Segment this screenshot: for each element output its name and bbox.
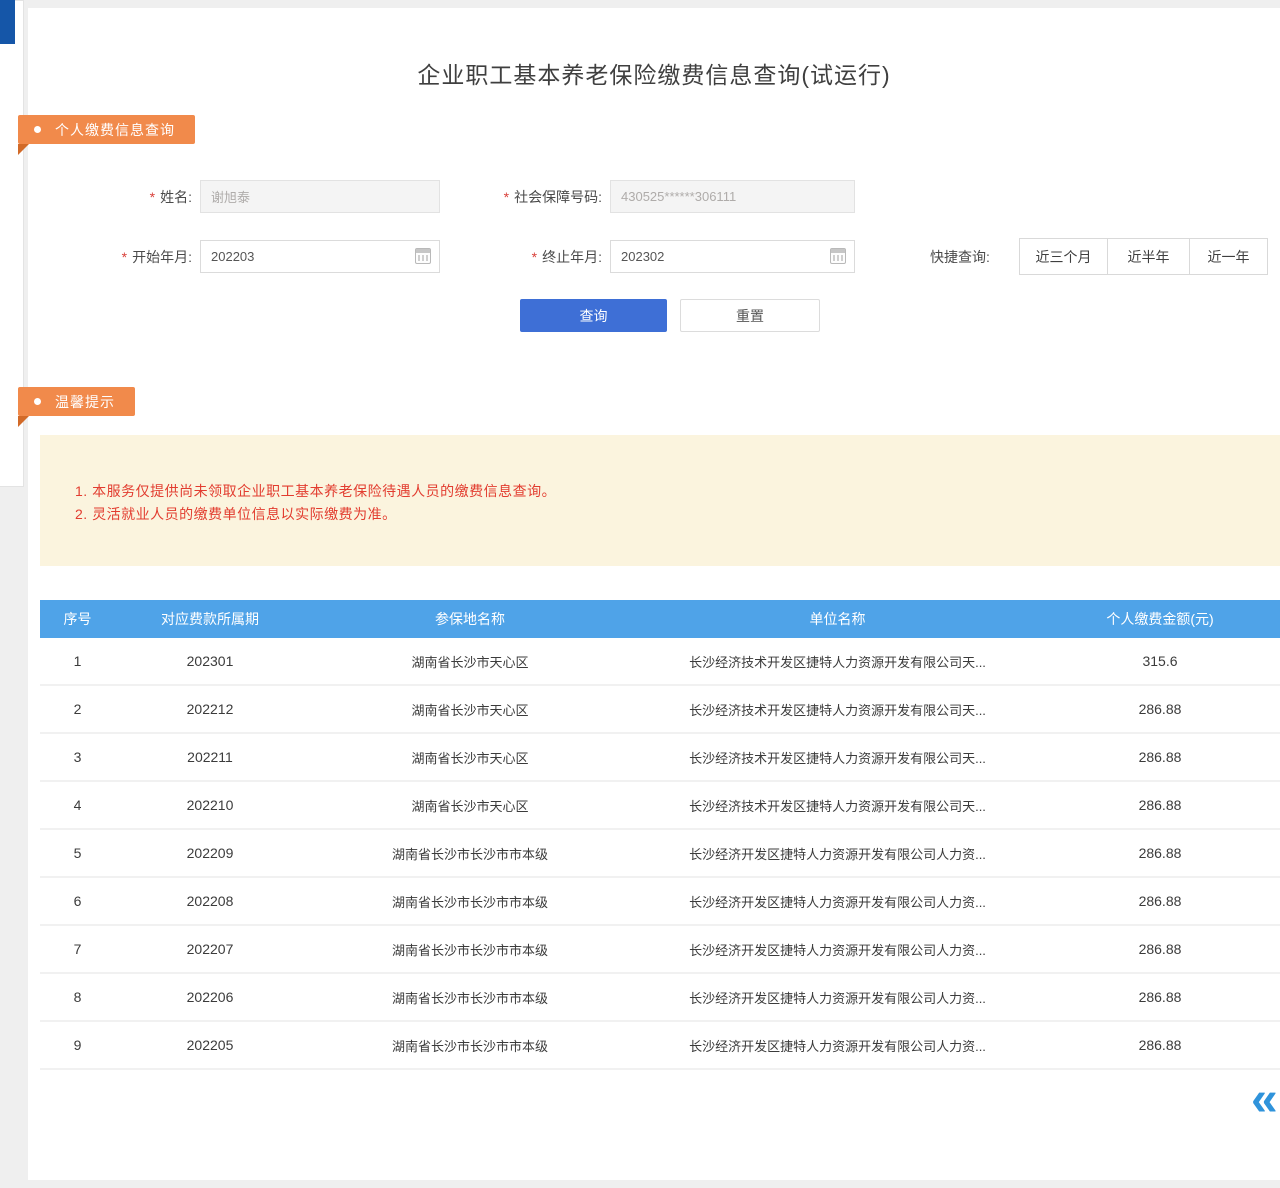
cell-seq: 9: [40, 1037, 115, 1053]
required-marker: *: [504, 189, 509, 205]
cell-company: 长沙经济开发区捷特人力资源开发有限公司人力资...: [635, 1036, 1040, 1055]
cell-region: 湖南省长沙市天心区: [305, 796, 635, 815]
badge-ribbon-fold: [18, 144, 29, 155]
table-header-row: 序号 对应费款所属期 参保地名称 单位名称 个人缴费金额(元): [40, 600, 1280, 638]
cell-period: 202212: [115, 701, 305, 717]
cell-period: 202211: [115, 749, 305, 765]
end-month-input[interactable]: [610, 240, 855, 273]
calendar-icon[interactable]: [415, 248, 431, 264]
table-row: 9202205湖南省长沙市长沙市市本级长沙经济开发区捷特人力资源开发有限公司人力…: [40, 1022, 1280, 1070]
cell-seq: 2: [40, 701, 115, 717]
payment-results-table: 序号 对应费款所属期 参保地名称 单位名称 个人缴费金额(元) 1202301湖…: [40, 600, 1280, 1070]
cell-seq: 5: [40, 845, 115, 861]
chevron-double-left-icon[interactable]: «: [1251, 1076, 1278, 1124]
cell-region: 湖南省长沙市长沙市市本级: [305, 844, 635, 863]
table-row: 5202209湖南省长沙市长沙市市本级长沙经济开发区捷特人力资源开发有限公司人力…: [40, 830, 1280, 878]
end-month-label: * 终止年月:: [450, 240, 602, 273]
table-row: 3202211湖南省长沙市天心区长沙经济技术开发区捷特人力资源开发有限公司天..…: [40, 734, 1280, 782]
header-region: 参保地名称: [305, 609, 635, 629]
quick-option-half-year[interactable]: 近半年: [1107, 238, 1190, 275]
cell-company: 长沙经济开发区捷特人力资源开发有限公司人力资...: [635, 940, 1040, 959]
cell-seq: 6: [40, 893, 115, 909]
section-badge-tips: 温馨提示: [18, 387, 135, 416]
cell-period: 202208: [115, 893, 305, 909]
page-title: 企业职工基本养老保险缴费信息查询(试运行): [28, 56, 1280, 90]
cell-period: 202207: [115, 941, 305, 957]
cell-period: 202206: [115, 989, 305, 1005]
section-badge-label: 温馨提示: [55, 392, 115, 412]
cell-company: 长沙经济技术开发区捷特人力资源开发有限公司天...: [635, 700, 1040, 719]
section-badge-label: 个人缴费信息查询: [55, 120, 175, 140]
query-button[interactable]: 查询: [520, 299, 667, 332]
section-badge-personal-query: 个人缴费信息查询: [18, 115, 195, 144]
cell-region: 湖南省长沙市天心区: [305, 748, 635, 767]
start-month-input[interactable]: [200, 240, 440, 273]
table-body: 1202301湖南省长沙市天心区长沙经济技术开发区捷特人力资源开发有限公司天..…: [40, 638, 1280, 1070]
bullet-icon: [34, 126, 41, 133]
tip-line-1: 1. 本服务仅提供尚未领取企业职工基本养老保险待遇人员的缴费信息查询。: [75, 480, 1280, 503]
table-row: 8202206湖南省长沙市长沙市市本级长沙经济开发区捷特人力资源开发有限公司人力…: [40, 974, 1280, 1022]
start-month-label: * 开始年月:: [60, 240, 192, 273]
cell-amount: 286.88: [1040, 845, 1280, 861]
tips-notice-box: 1. 本服务仅提供尚未领取企业职工基本养老保险待遇人员的缴费信息查询。 2. 灵…: [40, 435, 1280, 566]
cell-seq: 3: [40, 749, 115, 765]
cell-period: 202205: [115, 1037, 305, 1053]
reset-button[interactable]: 重置: [680, 299, 820, 332]
header-amount: 个人缴费金额(元): [1040, 609, 1280, 629]
required-marker: *: [122, 249, 127, 265]
cell-period: 202210: [115, 797, 305, 813]
cell-period: 202209: [115, 845, 305, 861]
cell-region: 湖南省长沙市长沙市市本级: [305, 988, 635, 1007]
table-row: 4202210湖南省长沙市天心区长沙经济技术开发区捷特人力资源开发有限公司天..…: [40, 782, 1280, 830]
ssn-label: * 社会保障号码:: [450, 180, 602, 213]
name-field: [200, 180, 440, 213]
header-company: 单位名称: [635, 609, 1040, 629]
tip-line-2: 2. 灵活就业人员的缴费单位信息以实际缴费为准。: [75, 503, 1280, 526]
ssn-field: [610, 180, 855, 213]
cell-region: 湖南省长沙市长沙市市本级: [305, 892, 635, 911]
header-seq: 序号: [40, 609, 115, 629]
table-row: 7202207湖南省长沙市长沙市市本级长沙经济开发区捷特人力资源开发有限公司人力…: [40, 926, 1280, 974]
header-period: 对应费款所属期: [115, 609, 305, 629]
quick-query-label: 快捷查询:: [930, 240, 990, 273]
cell-amount: 315.6: [1040, 653, 1280, 669]
end-month-wrap: [610, 240, 855, 273]
cell-region: 湖南省长沙市天心区: [305, 652, 635, 671]
table-row: 1202301湖南省长沙市天心区长沙经济技术开发区捷特人力资源开发有限公司天..…: [40, 638, 1280, 686]
cell-amount: 286.88: [1040, 749, 1280, 765]
required-marker: *: [532, 249, 537, 265]
side-panel-blue-tab[interactable]: [0, 0, 15, 44]
cell-region: 湖南省长沙市天心区: [305, 700, 635, 719]
table-row: 2202212湖南省长沙市天心区长沙经济技术开发区捷特人力资源开发有限公司天..…: [40, 686, 1280, 734]
cell-company: 长沙经济开发区捷特人力资源开发有限公司人力资...: [635, 892, 1040, 911]
cell-amount: 286.88: [1040, 701, 1280, 717]
cell-company: 长沙经济技术开发区捷特人力资源开发有限公司天...: [635, 748, 1040, 767]
cell-amount: 286.88: [1040, 989, 1280, 1005]
quick-option-one-year[interactable]: 近一年: [1189, 238, 1268, 275]
calendar-icon[interactable]: [830, 248, 846, 264]
cell-seq: 4: [40, 797, 115, 813]
cell-amount: 286.88: [1040, 1037, 1280, 1053]
cell-company: 长沙经济开发区捷特人力资源开发有限公司人力资...: [635, 988, 1040, 1007]
cell-company: 长沙经济开发区捷特人力资源开发有限公司人力资...: [635, 844, 1040, 863]
cell-seq: 1: [40, 653, 115, 669]
required-marker: *: [150, 189, 155, 205]
badge-ribbon-fold: [18, 416, 29, 427]
table-row: 6202208湖南省长沙市长沙市市本级长沙经济开发区捷特人力资源开发有限公司人力…: [40, 878, 1280, 926]
cell-region: 湖南省长沙市长沙市市本级: [305, 940, 635, 959]
cell-seq: 8: [40, 989, 115, 1005]
cell-amount: 286.88: [1040, 797, 1280, 813]
cell-company: 长沙经济技术开发区捷特人力资源开发有限公司天...: [635, 652, 1040, 671]
quick-option-3-months[interactable]: 近三个月: [1019, 238, 1108, 275]
cell-region: 湖南省长沙市长沙市市本级: [305, 1036, 635, 1055]
cell-period: 202301: [115, 653, 305, 669]
cell-seq: 7: [40, 941, 115, 957]
cell-amount: 286.88: [1040, 941, 1280, 957]
bullet-icon: [34, 398, 41, 405]
cell-company: 长沙经济技术开发区捷特人力资源开发有限公司天...: [635, 796, 1040, 815]
start-month-wrap: [200, 240, 440, 273]
cell-amount: 286.88: [1040, 893, 1280, 909]
name-label: * 姓名:: [60, 180, 192, 213]
